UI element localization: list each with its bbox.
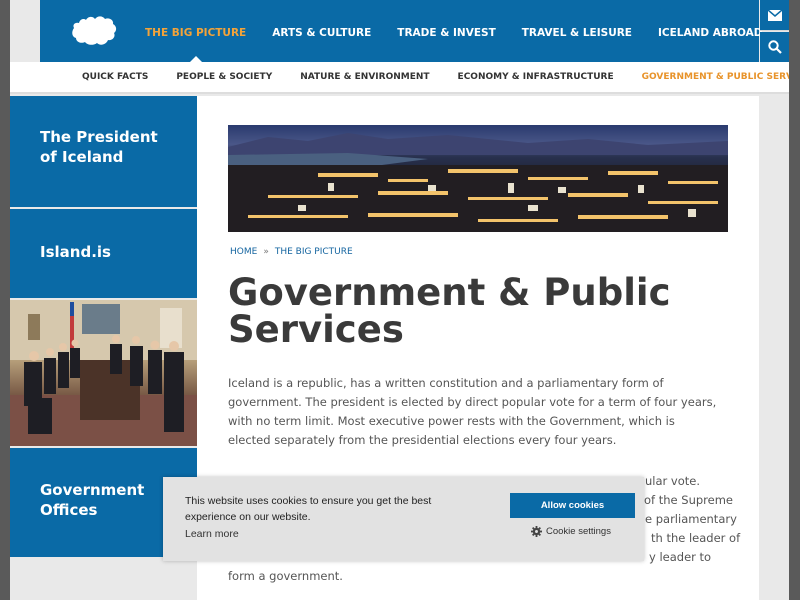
breadcrumb-the-big-picture[interactable]: THE BIG PICTURE (275, 247, 353, 257)
nav-trade-invest[interactable]: TRADE & INVEST (384, 0, 508, 62)
paragraph-line: of the Supreme (644, 493, 733, 507)
subnav-people-society[interactable]: PEOPLE & SOCIETY (162, 72, 286, 82)
iceland-logo-icon[interactable] (70, 14, 118, 48)
paragraph-line: th the leader of (651, 531, 741, 545)
allow-cookies-button[interactable]: Allow cookies (510, 493, 635, 518)
paragraph-line: y leader to (649, 550, 712, 564)
nav-the-big-picture[interactable]: THE BIG PICTURE (132, 0, 259, 62)
paragraph-line: ular vote. (645, 474, 700, 488)
sidebar-tile-island-is[interactable]: Island.is (10, 209, 197, 298)
sub-navbar: QUICK FACTS PEOPLE & SOCIETY NATURE & EN… (10, 62, 789, 94)
mail-button[interactable] (760, 0, 789, 31)
breadcrumb-home[interactable]: HOME (230, 247, 257, 257)
cabinet-photo-image (10, 300, 197, 446)
breadcrumb: HOME » THE BIG PICTURE (230, 247, 353, 257)
main-menu: THE BIG PICTURE ARTS & CULTURE TRADE & I… (132, 0, 789, 62)
cookie-settings-label: Cookie settings (546, 526, 611, 537)
paragraph-line: form a government. (228, 569, 343, 583)
search-button[interactable] (760, 32, 789, 62)
city-lights-image (228, 133, 728, 232)
nav-arts-culture[interactable]: ARTS & CULTURE (259, 0, 384, 62)
search-icon (767, 40, 782, 54)
cookie-message: This website uses cookies to ensure you … (185, 495, 432, 523)
nav-travel-leisure[interactable]: TRAVEL & LEISURE (509, 0, 645, 62)
cookie-learn-more-link[interactable]: Learn more (185, 528, 239, 540)
cabinet-photo[interactable] (10, 300, 197, 446)
subnav-quick-facts[interactable]: QUICK FACTS (68, 72, 162, 82)
page: THE BIG PICTURE ARTS & CULTURE TRADE & I… (10, 0, 789, 600)
gear-icon (531, 526, 542, 537)
breadcrumb-separator: » (263, 247, 269, 257)
reykjavik-night-banner (228, 125, 728, 232)
mail-icon (767, 9, 782, 21)
top-navbar: THE BIG PICTURE ARTS & CULTURE TRADE & I… (40, 0, 789, 62)
sidebar-tile-president[interactable]: The President of Iceland (10, 96, 197, 207)
paragraph-line: e parliamentary (645, 512, 737, 526)
nav-iceland-abroad[interactable]: ICELAND ABROAD (645, 0, 775, 62)
subnav-nature-environment[interactable]: NATURE & ENVIRONMENT (286, 72, 443, 82)
subnav-economy-infrastructure[interactable]: ECONOMY & INFRASTRUCTURE (444, 72, 628, 82)
page-title: Government & Public Services (228, 271, 671, 351)
subnav-government-public-services[interactable]: GOVERNMENT & PUBLIC SERVICES (628, 72, 789, 82)
cookie-banner: This website uses cookies to ensure you … (163, 477, 644, 561)
cookie-settings-button[interactable]: Cookie settings (531, 526, 611, 537)
intro-paragraph: Iceland is a republic, has a written con… (228, 376, 717, 447)
